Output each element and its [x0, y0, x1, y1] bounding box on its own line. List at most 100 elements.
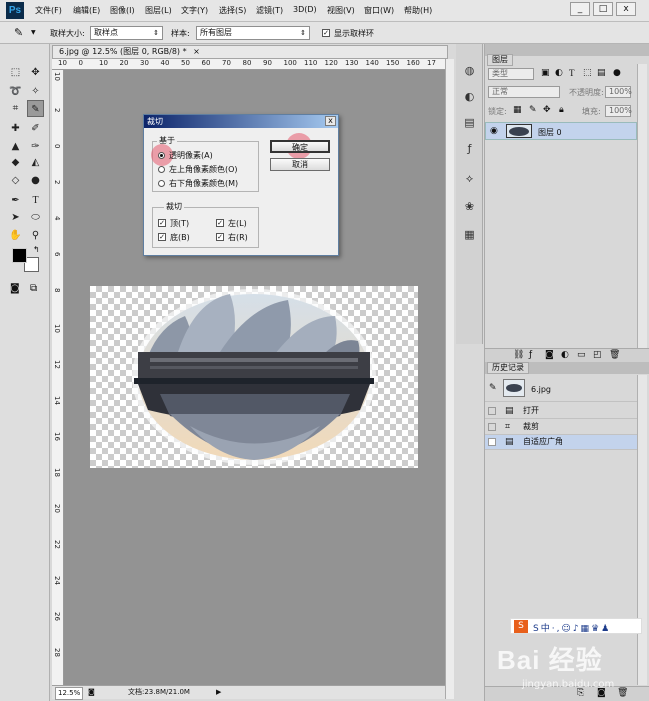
menu-select[interactable]: 选择(S) — [219, 5, 246, 16]
opacity-field[interactable]: 100% — [605, 86, 632, 98]
radio-transparent[interactable] — [158, 152, 165, 159]
top-checkbox[interactable]: ✓ — [158, 219, 166, 227]
properties-panel-icon[interactable]: ▤ — [461, 114, 478, 131]
new-layer-icon[interactable]: ◰ — [593, 350, 602, 360]
lock-pixels-icon[interactable]: ✎ — [529, 105, 537, 115]
stamp-tool-icon[interactable]: ▲ — [7, 138, 24, 155]
status-arrow-icon[interactable]: ▶ — [216, 686, 221, 699]
menu-filter[interactable]: 滤镜(T) — [256, 5, 283, 16]
ime-toolbar[interactable]: S S中·,☺♪▦♛♟ — [510, 618, 642, 634]
pen-tool-icon[interactable]: ✒ — [7, 192, 24, 209]
menu-view[interactable]: 视图(V) — [327, 5, 355, 16]
layer-name[interactable]: 图层 0 — [538, 127, 562, 138]
screen-mode-icon[interactable]: ⧉ — [30, 283, 37, 294]
shape-tool-icon[interactable]: ⬭ — [27, 209, 44, 226]
history-brush-source-icon[interactable]: ✎ — [489, 383, 497, 393]
hand-tool-icon[interactable]: ✋ — [7, 227, 24, 244]
menu-file[interactable]: 文件(F) — [35, 5, 62, 16]
history-row[interactable]: ▤ 打开 — [485, 404, 637, 419]
show-ring-checkbox[interactable]: ✓ — [322, 29, 330, 37]
menu-image[interactable]: 图像(I) — [110, 5, 135, 16]
add-mask-icon[interactable]: ◙ — [545, 350, 554, 360]
filter-shape-icon[interactable]: ⬚ — [583, 68, 592, 78]
quick-mask-icon[interactable]: ◙ — [10, 283, 20, 294]
menu-window[interactable]: 窗口(W) — [364, 5, 394, 16]
filter-pixel-icon[interactable]: ▣ — [541, 68, 550, 78]
adjustments-panel-icon[interactable]: ◐ — [461, 88, 478, 105]
type-tool-icon[interactable]: T — [27, 192, 44, 209]
link-layers-icon[interactable]: ⛓ — [513, 350, 524, 360]
filter-smart-icon[interactable]: ▤ — [597, 68, 606, 78]
sample-size-select[interactable]: 取样点 ⇕ — [90, 26, 163, 40]
layers-scrollbar[interactable] — [637, 64, 647, 356]
tool-preset-chevron-icon[interactable]: ▼ — [31, 29, 36, 36]
history-source-box[interactable] — [488, 407, 496, 415]
menu-help[interactable]: 帮助(H) — [404, 5, 432, 16]
trash-icon[interactable]: 🗑︎ — [617, 688, 628, 698]
color-panel-icon[interactable]: ◍ — [461, 62, 478, 79]
channels-panel-icon[interactable]: ❀ — [461, 198, 478, 215]
crop-tool-icon[interactable]: ⌗ — [7, 100, 24, 117]
lasso-tool-icon[interactable]: ➰ — [7, 83, 24, 100]
ok-button[interactable]: 确定 — [270, 140, 330, 153]
radio-bottomright[interactable] — [158, 180, 165, 187]
paint-bucket-icon[interactable]: ◭ — [27, 154, 44, 171]
close-window-button[interactable]: x — [616, 2, 636, 16]
fx-icon[interactable]: ƒ — [529, 350, 532, 360]
dialog-close-button[interactable]: x — [325, 116, 336, 126]
zoom-tool-icon[interactable]: ⚲ — [27, 227, 44, 244]
lock-transparent-icon[interactable]: ▦ — [513, 105, 522, 115]
cancel-button[interactable]: 取消 — [270, 158, 330, 171]
blur-tool-icon[interactable]: ◇ — [7, 172, 24, 189]
close-tab-icon[interactable]: × — [193, 47, 200, 56]
eraser-tool-icon[interactable]: ◆ — [7, 154, 24, 171]
document-image[interactable] — [90, 286, 418, 468]
visibility-eye-icon[interactable]: ◉ — [490, 126, 498, 136]
path-select-icon[interactable]: ➤ — [7, 209, 24, 226]
dodge-tool-icon[interactable]: ● — [27, 172, 44, 189]
menu-layer[interactable]: 图层(L) — [145, 5, 172, 16]
layer-filter-select[interactable]: 类型 — [488, 68, 534, 80]
document-tab[interactable]: 6.jpg @ 12.5% (图层 0, RGB/8) * × — [52, 45, 448, 59]
marquee-tool-icon[interactable]: ⬚ — [7, 64, 24, 81]
brush-tool-icon[interactable]: ✐ — [27, 120, 44, 137]
filter-toggle-icon[interactable]: ● — [613, 68, 621, 78]
vertical-scrollbar[interactable] — [445, 59, 454, 699]
filter-type-icon[interactable]: T — [569, 68, 575, 78]
maximize-button[interactable]: □ — [593, 2, 613, 16]
foreground-color-swatch[interactable] — [12, 248, 27, 263]
right-checkbox[interactable]: ✓ — [216, 233, 224, 241]
eyedropper-tool-icon[interactable]: ✎ — [27, 100, 44, 117]
quick-select-icon[interactable]: ✧ — [27, 83, 44, 100]
move-tool-icon[interactable]: ✥ — [27, 64, 44, 81]
history-row-selected[interactable]: ▤ 自适应广角 — [485, 435, 637, 450]
radio-topleft[interactable] — [158, 166, 165, 173]
history-source-box[interactable] — [488, 423, 496, 431]
menu-type[interactable]: 文字(Y) — [181, 5, 208, 16]
swap-colors-icon[interactable]: ↰ — [33, 245, 40, 254]
info-panel-icon[interactable]: ▦ — [461, 226, 478, 243]
paths-panel-icon[interactable]: ⟡ — [461, 170, 478, 187]
tab-history[interactable]: 历史记录 — [487, 362, 529, 374]
history-source-box[interactable] — [488, 438, 496, 446]
status-icon[interactable]: ◙ — [88, 686, 95, 699]
menu-3d[interactable]: 3D(D) — [293, 5, 317, 14]
fill-field[interactable]: 100% — [605, 105, 632, 117]
zoom-field[interactable]: 12.5% — [55, 687, 84, 700]
minimize-button[interactable]: _ — [570, 2, 590, 16]
blend-mode-select[interactable]: 正常 — [488, 86, 560, 98]
left-checkbox[interactable]: ✓ — [216, 219, 224, 227]
history-brush-icon[interactable]: ✑ — [27, 138, 44, 155]
tab-layers[interactable]: 图层 — [487, 54, 513, 66]
sample-select[interactable]: 所有图层 ⇕ — [196, 26, 310, 40]
trash-icon[interactable]: 🗑︎ — [609, 350, 620, 360]
history-scrollbar[interactable] — [637, 375, 647, 685]
styles-panel-icon[interactable]: ƒ — [461, 140, 478, 157]
lock-position-icon[interactable]: ✥ — [543, 105, 551, 115]
lock-all-icon[interactable]: 🔒︎ — [559, 105, 564, 115]
history-row[interactable]: ⌗ 裁剪 — [485, 420, 637, 435]
new-group-icon[interactable]: ▭ — [577, 350, 586, 360]
healing-tool-icon[interactable]: ✚ — [7, 120, 24, 137]
adjustment-layer-icon[interactable]: ◐ — [561, 350, 569, 360]
menu-edit[interactable]: 编辑(E) — [73, 5, 100, 16]
